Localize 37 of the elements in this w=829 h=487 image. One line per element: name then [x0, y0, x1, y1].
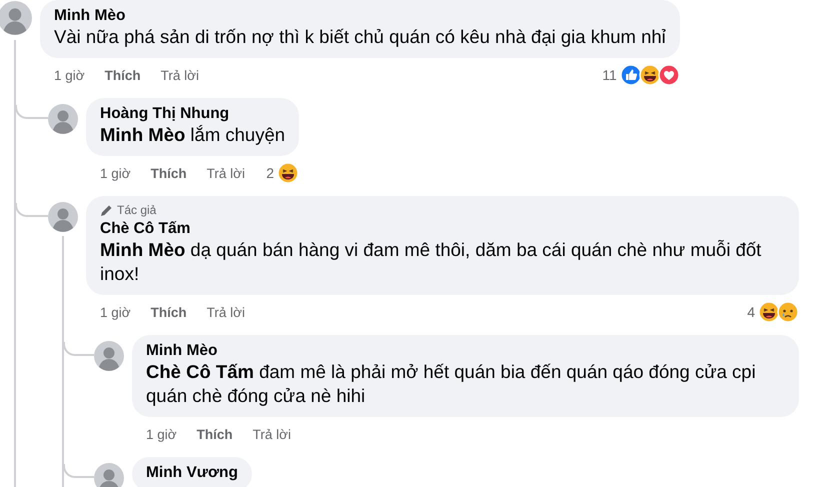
comment-time[interactable]: 1 giờ	[100, 166, 131, 180]
like-link[interactable]: Thích	[150, 166, 187, 180]
commenter-name[interactable]: Minh Vương	[146, 464, 238, 482]
commenter-name[interactable]: Minh Mèo	[146, 342, 785, 360]
comment-time[interactable]: 1 giờ	[54, 68, 85, 82]
commenter-name[interactable]: Minh Mèo	[54, 7, 666, 25]
avatar[interactable]	[94, 341, 124, 371]
comment-text: Chè Cô Tấm đam mê là phải mở hết quán bia đến quán qáo đóng cửa cpi quán chè đóng cửa nè hihi	[146, 360, 757, 408]
avatar[interactable]	[48, 104, 78, 134]
avatar[interactable]	[94, 463, 124, 487]
like-link[interactable]: Thích	[150, 304, 187, 320]
comment-text: Minh Mèo lắm chuyện	[100, 123, 286, 147]
comment-text: Vài nữa phá sản di trốn nợ thì k biết chủ quán có kêu nhà đại gia khum nhỉ	[54, 25, 666, 49]
avatar[interactable]	[48, 202, 78, 232]
author-label: Tác giả	[117, 203, 156, 217]
reply-link[interactable]: Trả lời	[160, 68, 199, 82]
laughing-reaction-icon	[277, 162, 300, 184]
crying-reaction-icon	[777, 301, 799, 323]
commenter-name[interactable]: Hoàng Thị Nhung	[100, 105, 286, 123]
comment-time[interactable]: 1 giờ	[146, 426, 177, 442]
avatar[interactable]	[0, 1, 32, 35]
comment-time[interactable]: 1 giờ	[100, 304, 131, 320]
reply-link[interactable]: Trả lời	[206, 166, 245, 180]
like-reaction-icon	[620, 64, 642, 86]
laughing-reaction-icon	[758, 301, 780, 323]
pencil-icon	[100, 204, 113, 216]
like-link[interactable]: Thích	[104, 68, 141, 82]
comment-text: Minh Mèo dạ quán bán hàng vi đam mê thôi, dăm ba cái quán chè như muỗi đốt inox!	[100, 238, 762, 286]
laughing-reaction-icon	[638, 64, 661, 86]
heart-reaction-icon	[658, 64, 680, 86]
reaction-count: 2	[266, 165, 274, 181]
like-link[interactable]: Thích	[196, 426, 233, 442]
reply-link[interactable]: Trả lời	[252, 426, 291, 442]
commenter-name[interactable]: Chè Cô Tấm	[100, 220, 785, 238]
reply-link[interactable]: Trả lời	[206, 304, 245, 320]
reaction-count: 4	[747, 304, 755, 320]
reaction-count: 11	[602, 67, 617, 83]
